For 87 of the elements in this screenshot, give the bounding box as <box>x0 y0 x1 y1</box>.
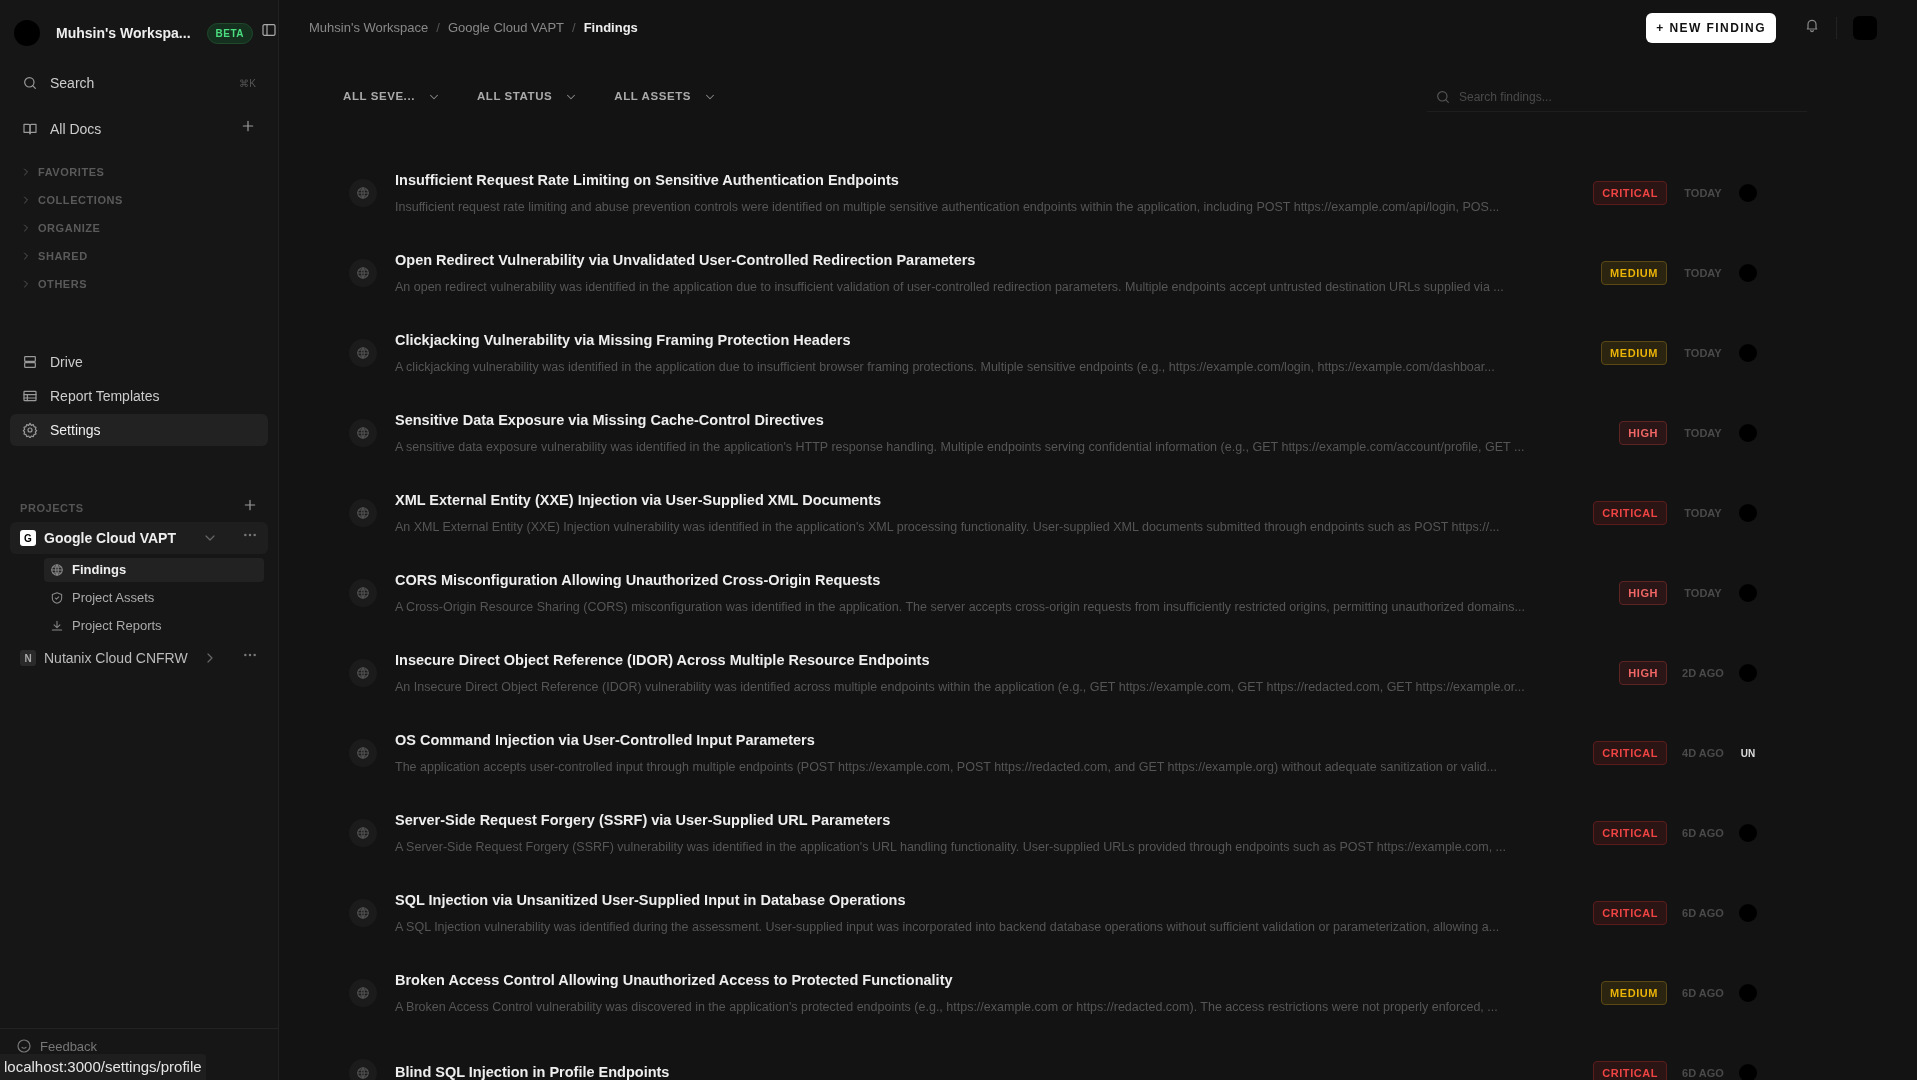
finding-title[interactable]: Clickjacking Vulnerability via Missing Framing Protection Headers <box>395 329 1586 352</box>
finding-description: A Cross-Origin Resource Sharing (CORS) misconfiguration was identified in the application. The server accepts cross-origin requests from insufficiently restricted origins, permitting unauthorized domains... <box>395 598 1526 616</box>
globe-icon <box>349 739 377 767</box>
project-initial: G <box>20 530 36 546</box>
finding-description: A Server-Side Request Forgery (SSRF) vulnerability was identified in the application's URL handling functionality. User-supplied URLs provided through endpoints such as POST https://example.com, ... <box>395 838 1508 856</box>
breadcrumb-link[interactable]: Findings <box>583 17 638 38</box>
finding-description: An Insecure Direct Object Reference (IDOR) vulnerability was identified across multiple endpoints within the application (e.g., GET https://example.com, GET https://redacted.com, GET https://example.or... <box>395 678 1526 696</box>
panel-icon <box>261 22 278 38</box>
search-icon <box>22 75 38 91</box>
shortcut-label: ⌘K <box>239 76 256 91</box>
project-subitem[interactable]: Project Reports <box>44 614 264 638</box>
finding-description: Insufficient request rate limiting and abuse prevention controls were identified on multiple sensitive authentication endpoints within the application, including POST https://example.com/api/login, POS... <box>395 198 1501 216</box>
filter-dropdown[interactable]: ALL SEVE... <box>341 88 443 106</box>
plus-icon <box>240 118 256 134</box>
severity-badge: CRITICAL <box>1593 1060 1667 1080</box>
workspace-name[interactable]: Muhsin's Workspa... <box>56 22 191 44</box>
projects-label: PROJECTS <box>20 500 84 516</box>
severity-badge: MEDIUM <box>1601 260 1667 286</box>
breadcrumb-separator: / <box>436 18 440 37</box>
globe-icon <box>349 899 377 927</box>
finding-title[interactable]: Open Redirect Vulnerability via Unvalidated User-Controlled Redirection Parameters <box>395 249 1586 272</box>
severity-badge: HIGH <box>1619 660 1667 686</box>
finding-title[interactable]: SQL Injection via Unsanitized User-Supplied Input in Database Operations <box>395 889 1578 912</box>
globe-icon <box>349 579 377 607</box>
severity-badge: HIGH <box>1619 580 1667 606</box>
finding-title[interactable]: Sensitive Data Exposure via Missing Cache-Control Directives <box>395 409 1604 432</box>
all-docs-link[interactable]: All Docs <box>50 118 102 140</box>
shield-icon <box>50 591 64 605</box>
severity-badge: CRITICAL <box>1593 180 1667 206</box>
finding-title[interactable]: Broken Access Control Allowing Unauthorized Access to Protected Functionality <box>395 969 1586 992</box>
search-icon <box>1435 88 1451 105</box>
nav-item[interactable]: Drive <box>10 346 268 378</box>
globe-icon <box>349 659 377 687</box>
breadcrumb-link[interactable]: Muhsin's Workspace <box>309 17 429 38</box>
severity-badge: CRITICAL <box>1593 820 1667 846</box>
finding-description: A Broken Access Control vulnerability was discovered in the application's protected endpoints (e.g., https://example.com or https://redacted.com). The access restrictions were not properly enforced, ... <box>395 998 1499 1016</box>
severity-badge: MEDIUM <box>1601 340 1667 366</box>
assignee-initials: UN <box>1739 746 1757 761</box>
project-item[interactable]: G Google Cloud VAPT <box>10 522 268 554</box>
project-subitem[interactable]: Findings <box>44 558 264 582</box>
finding-title[interactable]: CORS Misconfiguration Allowing Unauthorized Cross-Origin Requests <box>395 569 1604 592</box>
globe-icon <box>349 819 377 847</box>
filter-dropdown[interactable]: ALL STATUS <box>474 88 581 106</box>
severity-badge: CRITICAL <box>1593 900 1667 926</box>
finding-title[interactable]: OS Command Injection via User-Controlled Input Parameters <box>395 729 1578 752</box>
status-url: localhost:3000/settings/profile <box>0 1053 206 1080</box>
project-item[interactable]: N Nutanix Cloud CNFRW <box>10 642 268 674</box>
severity-badge: CRITICAL <box>1593 740 1667 766</box>
globe-icon <box>349 259 377 287</box>
table-icon <box>22 388 38 404</box>
globe-icon <box>50 563 64 577</box>
globe-icon <box>349 179 377 207</box>
settings-icon <box>22 422 38 438</box>
globe-icon <box>349 419 377 447</box>
severity-badge: MEDIUM <box>1601 980 1667 1006</box>
breadcrumb-link[interactable]: Google Cloud VAPT <box>447 17 565 38</box>
project-initial: N <box>20 650 36 666</box>
globe-icon <box>349 979 377 1007</box>
project-subitem[interactable]: Project Assets <box>44 586 264 610</box>
smile-icon <box>16 1038 32 1055</box>
globe-icon <box>349 1059 377 1080</box>
finding-description: A SQL Injection vulnerability was identified during the assessment. User-supplied input was incorporated into backend database operations without sufficient validation or parameterization, allowing a... <box>395 918 1501 936</box>
nav-item[interactable]: Settings <box>10 414 268 446</box>
finding-description: An open redirect vulnerability was identified in the application due to insufficient validation of user-controlled redirection parameters. Multiple endpoints accept untrusted destination URLs supplied via ... <box>395 278 1505 296</box>
drive-icon <box>22 354 38 370</box>
finding-title[interactable]: Server-Side Request Forgery (SSRF) via User-Supplied URL Parameters <box>395 809 1578 832</box>
severity-badge: CRITICAL <box>1593 500 1667 526</box>
globe-icon <box>349 339 377 367</box>
breadcrumb-separator: / <box>572 18 576 37</box>
finding-title[interactable]: Insufficient Request Rate Limiting on Sensitive Authentication Endpoints <box>395 169 1578 192</box>
book-icon <box>22 121 38 137</box>
finding-description: A clickjacking vulnerability was identified in the application due to insufficient browser framing protections. Multiple sensitive endpoints (e.g., https://example.com/login, https://example.com/dashboar... <box>395 358 1496 376</box>
severity-badge: HIGH <box>1619 420 1667 446</box>
finding-description: The application accepts user-controlled input through multiple endpoints (POST https://example.com, POST https://redacted.com, and GET https://example.org) without adequate sanitization or valid... <box>395 758 1498 776</box>
nav-item[interactable]: Report Templates <box>10 380 268 412</box>
plus-icon <box>242 497 258 513</box>
feedback-link[interactable]: Feedback <box>40 1036 98 1056</box>
finding-title[interactable]: Insecure Direct Object Reference (IDOR) Across Multiple Resource Endpoints <box>395 649 1604 672</box>
filter-dropdown[interactable]: ALL ASSETS <box>612 88 719 106</box>
finding-title[interactable]: Blind SQL Injection in Profile Endpoints <box>395 1062 1578 1080</box>
finding-title[interactable]: XML External Entity (XXE) Injection via User-Supplied XML Documents <box>395 489 1578 512</box>
globe-icon <box>349 499 377 527</box>
new-finding-button[interactable]: + NEW FINDING <box>1646 12 1776 43</box>
download-icon <box>50 619 64 633</box>
beta-badge: BETA <box>206 22 254 44</box>
finding-description: An XML External Entity (XXE) Injection vulnerability was identified in the application's XML processing functionality. User-supplied XML documents submitted through endpoints such as POST https://... <box>395 518 1501 536</box>
search-button[interactable]: Search ⌘K <box>10 66 268 100</box>
